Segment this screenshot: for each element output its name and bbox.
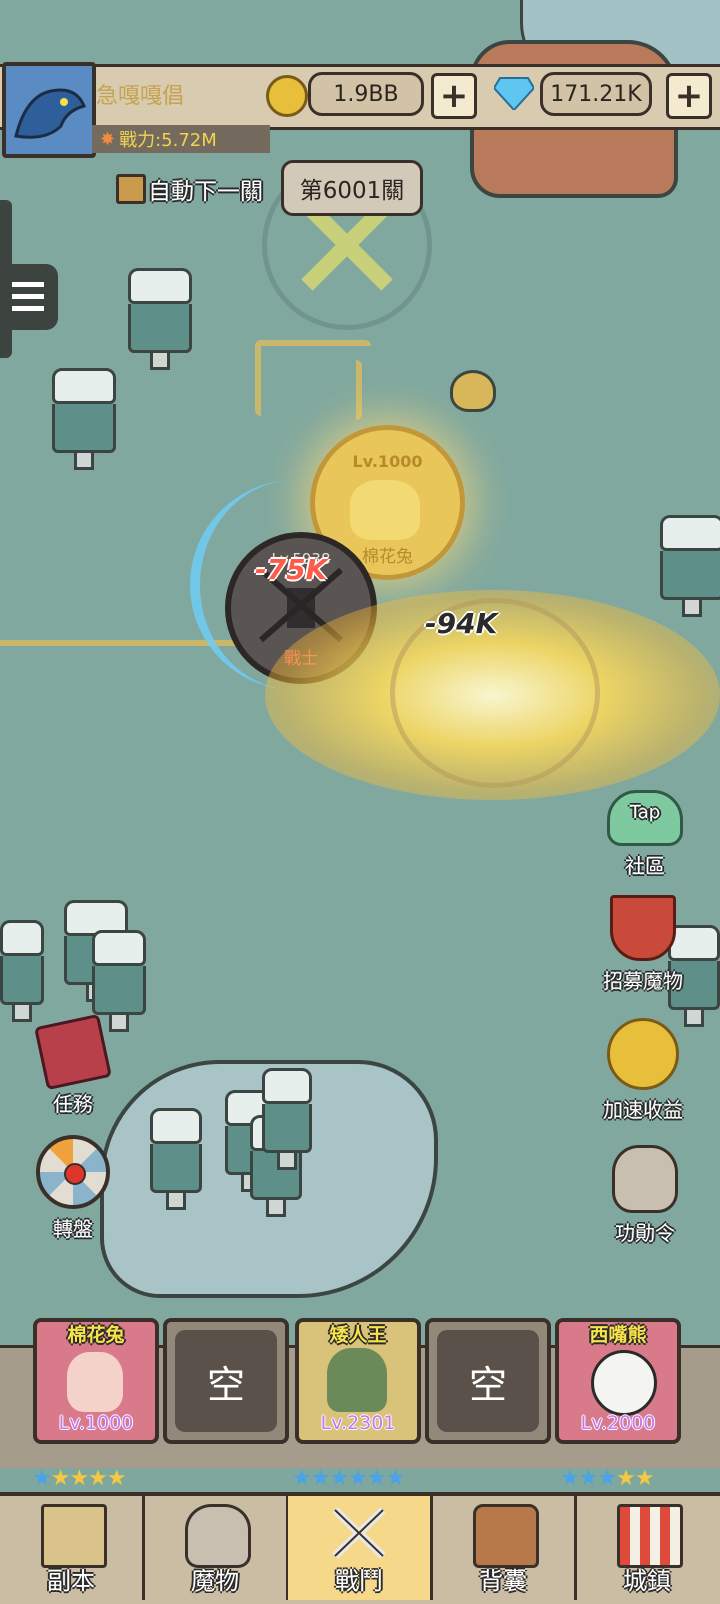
gem-amount: 171.21K (540, 72, 652, 116)
team-slot-empty[interactable]: 空 (163, 1318, 289, 1444)
dwarf-king-portrait (327, 1348, 387, 1412)
star-rating: ★★★★★ (560, 1466, 655, 1491)
recruit-banner-icon (610, 895, 676, 961)
menu-button[interactable] (0, 264, 58, 330)
gold-coin-icon (266, 75, 308, 117)
ally-level: Lv.1000 (352, 452, 423, 471)
tab-battle[interactable]: 戰鬥 (288, 1496, 433, 1600)
community-label: 社區 (625, 854, 665, 878)
snow-tree (92, 930, 146, 1032)
shop-icon (617, 1504, 683, 1568)
quest-book-icon (34, 1013, 112, 1091)
monster-name: 西嘴熊 (589, 1324, 647, 1346)
star-rating: ★★★★★ (32, 1466, 127, 1491)
skull-icon (450, 370, 496, 412)
auto-next-checkbox[interactable] (116, 174, 146, 204)
gold-boost-icon (607, 1018, 679, 1090)
monster-level: Lv.1000 (58, 1412, 134, 1434)
speed-up-income-label: 加速收益 (603, 1098, 683, 1122)
merit-order-button[interactable]: 功勛令 (590, 1145, 700, 1246)
dragon-icon (6, 66, 92, 154)
wheel-label: 轉盤 (53, 1217, 93, 1241)
team-slot-empty[interactable]: 空 (425, 1318, 551, 1444)
gem-icon (492, 76, 536, 112)
tab-backpack[interactable]: 背囊 (432, 1496, 577, 1600)
tab-label: 魔物 (191, 1567, 239, 1595)
damage-number: -75K (255, 553, 328, 586)
merit-order-label: 功勛令 (615, 1221, 675, 1245)
add-gems-button[interactable]: + (666, 73, 712, 119)
monster-name: 矮人王 (329, 1324, 387, 1346)
empty-slot-label: 空 (437, 1330, 539, 1432)
auto-next-label: 自動下一關 (148, 179, 263, 205)
snow-tree (128, 268, 192, 370)
tab-label: 城鎮 (623, 1567, 671, 1595)
crossed-swords-icon (332, 1507, 386, 1559)
damage-number: -94K (425, 607, 498, 640)
panda-portrait (591, 1350, 657, 1416)
tab-label: 副本 (47, 1567, 95, 1595)
power-value: 戰力:5.72M (119, 130, 217, 151)
tab-monsters[interactable]: 魔物 (144, 1496, 289, 1600)
quest-label: 任務 (53, 1092, 93, 1116)
monster-helmet-icon (185, 1504, 251, 1568)
quest-button[interactable]: 任務 (18, 1013, 128, 1117)
wheel-button[interactable]: 轉盤 (18, 1135, 128, 1242)
team-slot[interactable]: 西嘴熊 Lv.2000 (555, 1318, 681, 1444)
empty-slot-label: 空 (175, 1330, 277, 1432)
recruit-monster-label: 招募魔物 (603, 969, 683, 993)
spin-wheel-icon (36, 1135, 110, 1209)
tap-icon: Tap (607, 790, 683, 846)
team-slot[interactable]: 矮人王 Lv.2301 (295, 1318, 421, 1444)
speed-up-income-button[interactable]: 加速收益 (583, 1018, 703, 1123)
snow-tree (150, 1108, 202, 1210)
tab-town[interactable]: 城鎮 (576, 1496, 718, 1600)
monster-name: 棉花兔 (67, 1324, 125, 1346)
star-rating: ★★★★★★ (292, 1466, 405, 1491)
tab-label: 戰鬥 (335, 1567, 383, 1595)
snow-tree (52, 368, 116, 470)
player-avatar[interactable] (2, 62, 96, 158)
map-scroll-icon (41, 1504, 107, 1568)
power-icon: ✸ (100, 128, 116, 150)
add-gold-button[interactable]: + (431, 73, 477, 119)
snow-tree (262, 1068, 312, 1170)
gold-amount: 1.9BB (308, 72, 424, 116)
monster-level: Lv.2000 (580, 1412, 656, 1434)
snow-tree (0, 920, 44, 1022)
backpack-icon (473, 1504, 539, 1568)
player-name: 急嘎嘎倡 (96, 84, 185, 109)
monster-level: Lv.2301 (320, 1412, 396, 1434)
power-display: ✸ 戰力:5.72M (92, 125, 270, 153)
recruit-monster-button[interactable]: 招募魔物 (583, 895, 703, 994)
snow-tree (660, 515, 720, 617)
stage-indicator: 第6001關 (281, 160, 423, 216)
rabbit-girl-portrait (67, 1352, 123, 1412)
team-slot[interactable]: 棉花兔 Lv.1000 (33, 1318, 159, 1444)
tab-dungeon[interactable]: 副本 (0, 1496, 145, 1600)
hamburger-icon (12, 282, 44, 312)
community-button[interactable]: Tap 社區 (590, 790, 700, 879)
helmet-icon (612, 1145, 678, 1213)
tab-label: 背囊 (479, 1567, 527, 1595)
map-path (255, 340, 371, 416)
